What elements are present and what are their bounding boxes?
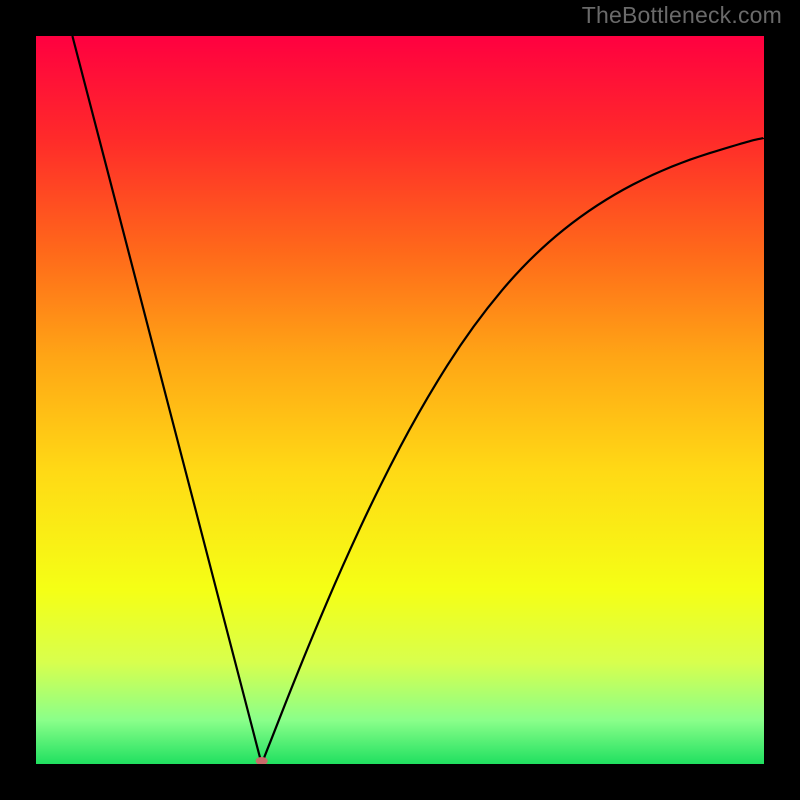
minimum-marker (256, 757, 268, 764)
watermark-text: TheBottleneck.com (582, 2, 782, 29)
curve-canvas (36, 36, 764, 764)
bottleneck-chart: TheBottleneck.com (0, 0, 800, 800)
plot-area (36, 36, 764, 764)
bottleneck-curve (72, 36, 764, 761)
